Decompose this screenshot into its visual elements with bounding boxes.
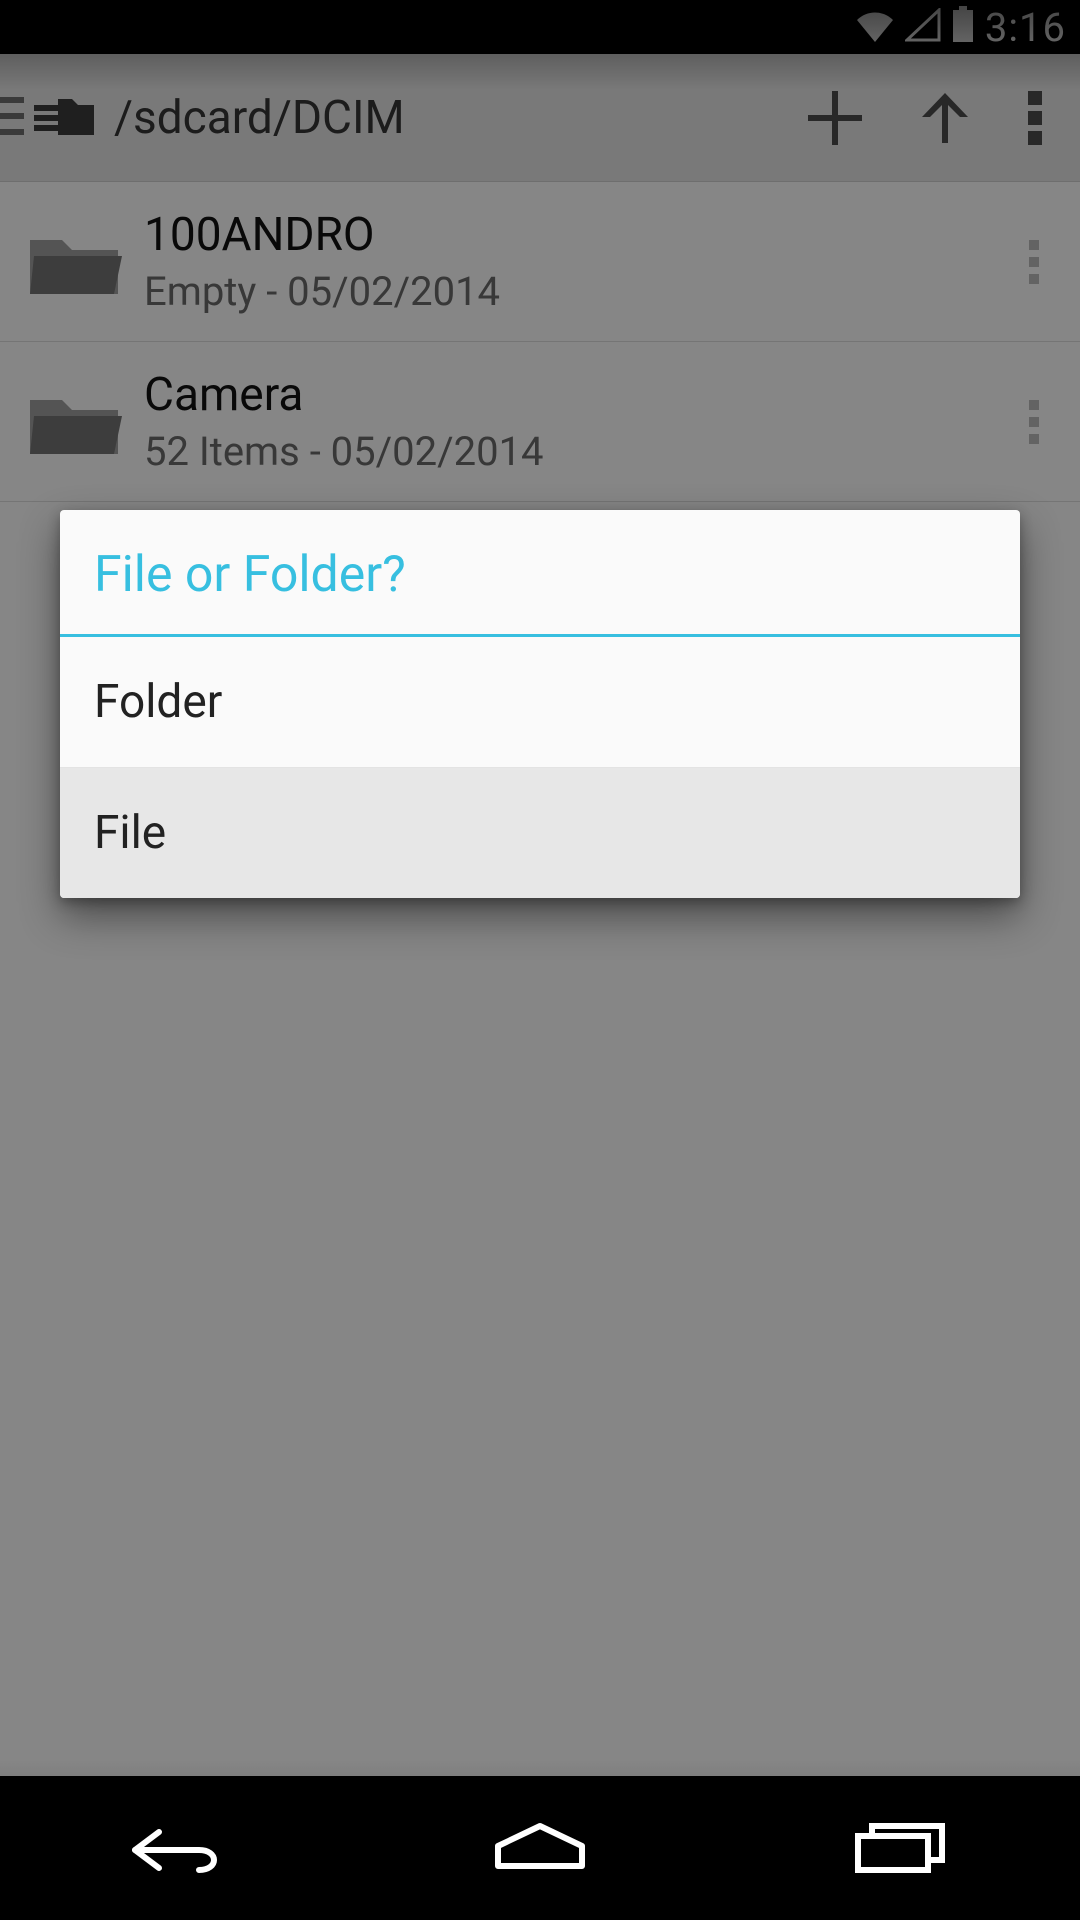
- dialog-option-file[interactable]: File: [60, 767, 1020, 898]
- dialog-title: File or Folder?: [60, 510, 1020, 634]
- back-button[interactable]: [100, 1808, 260, 1888]
- modal-scrim[interactable]: [0, 0, 1080, 1920]
- dialog-option-folder[interactable]: Folder: [60, 637, 1020, 767]
- navigation-bar: [0, 1776, 1080, 1920]
- create-dialog: File or Folder? Folder File: [60, 510, 1020, 898]
- recents-button[interactable]: [820, 1808, 980, 1888]
- home-button[interactable]: [460, 1808, 620, 1888]
